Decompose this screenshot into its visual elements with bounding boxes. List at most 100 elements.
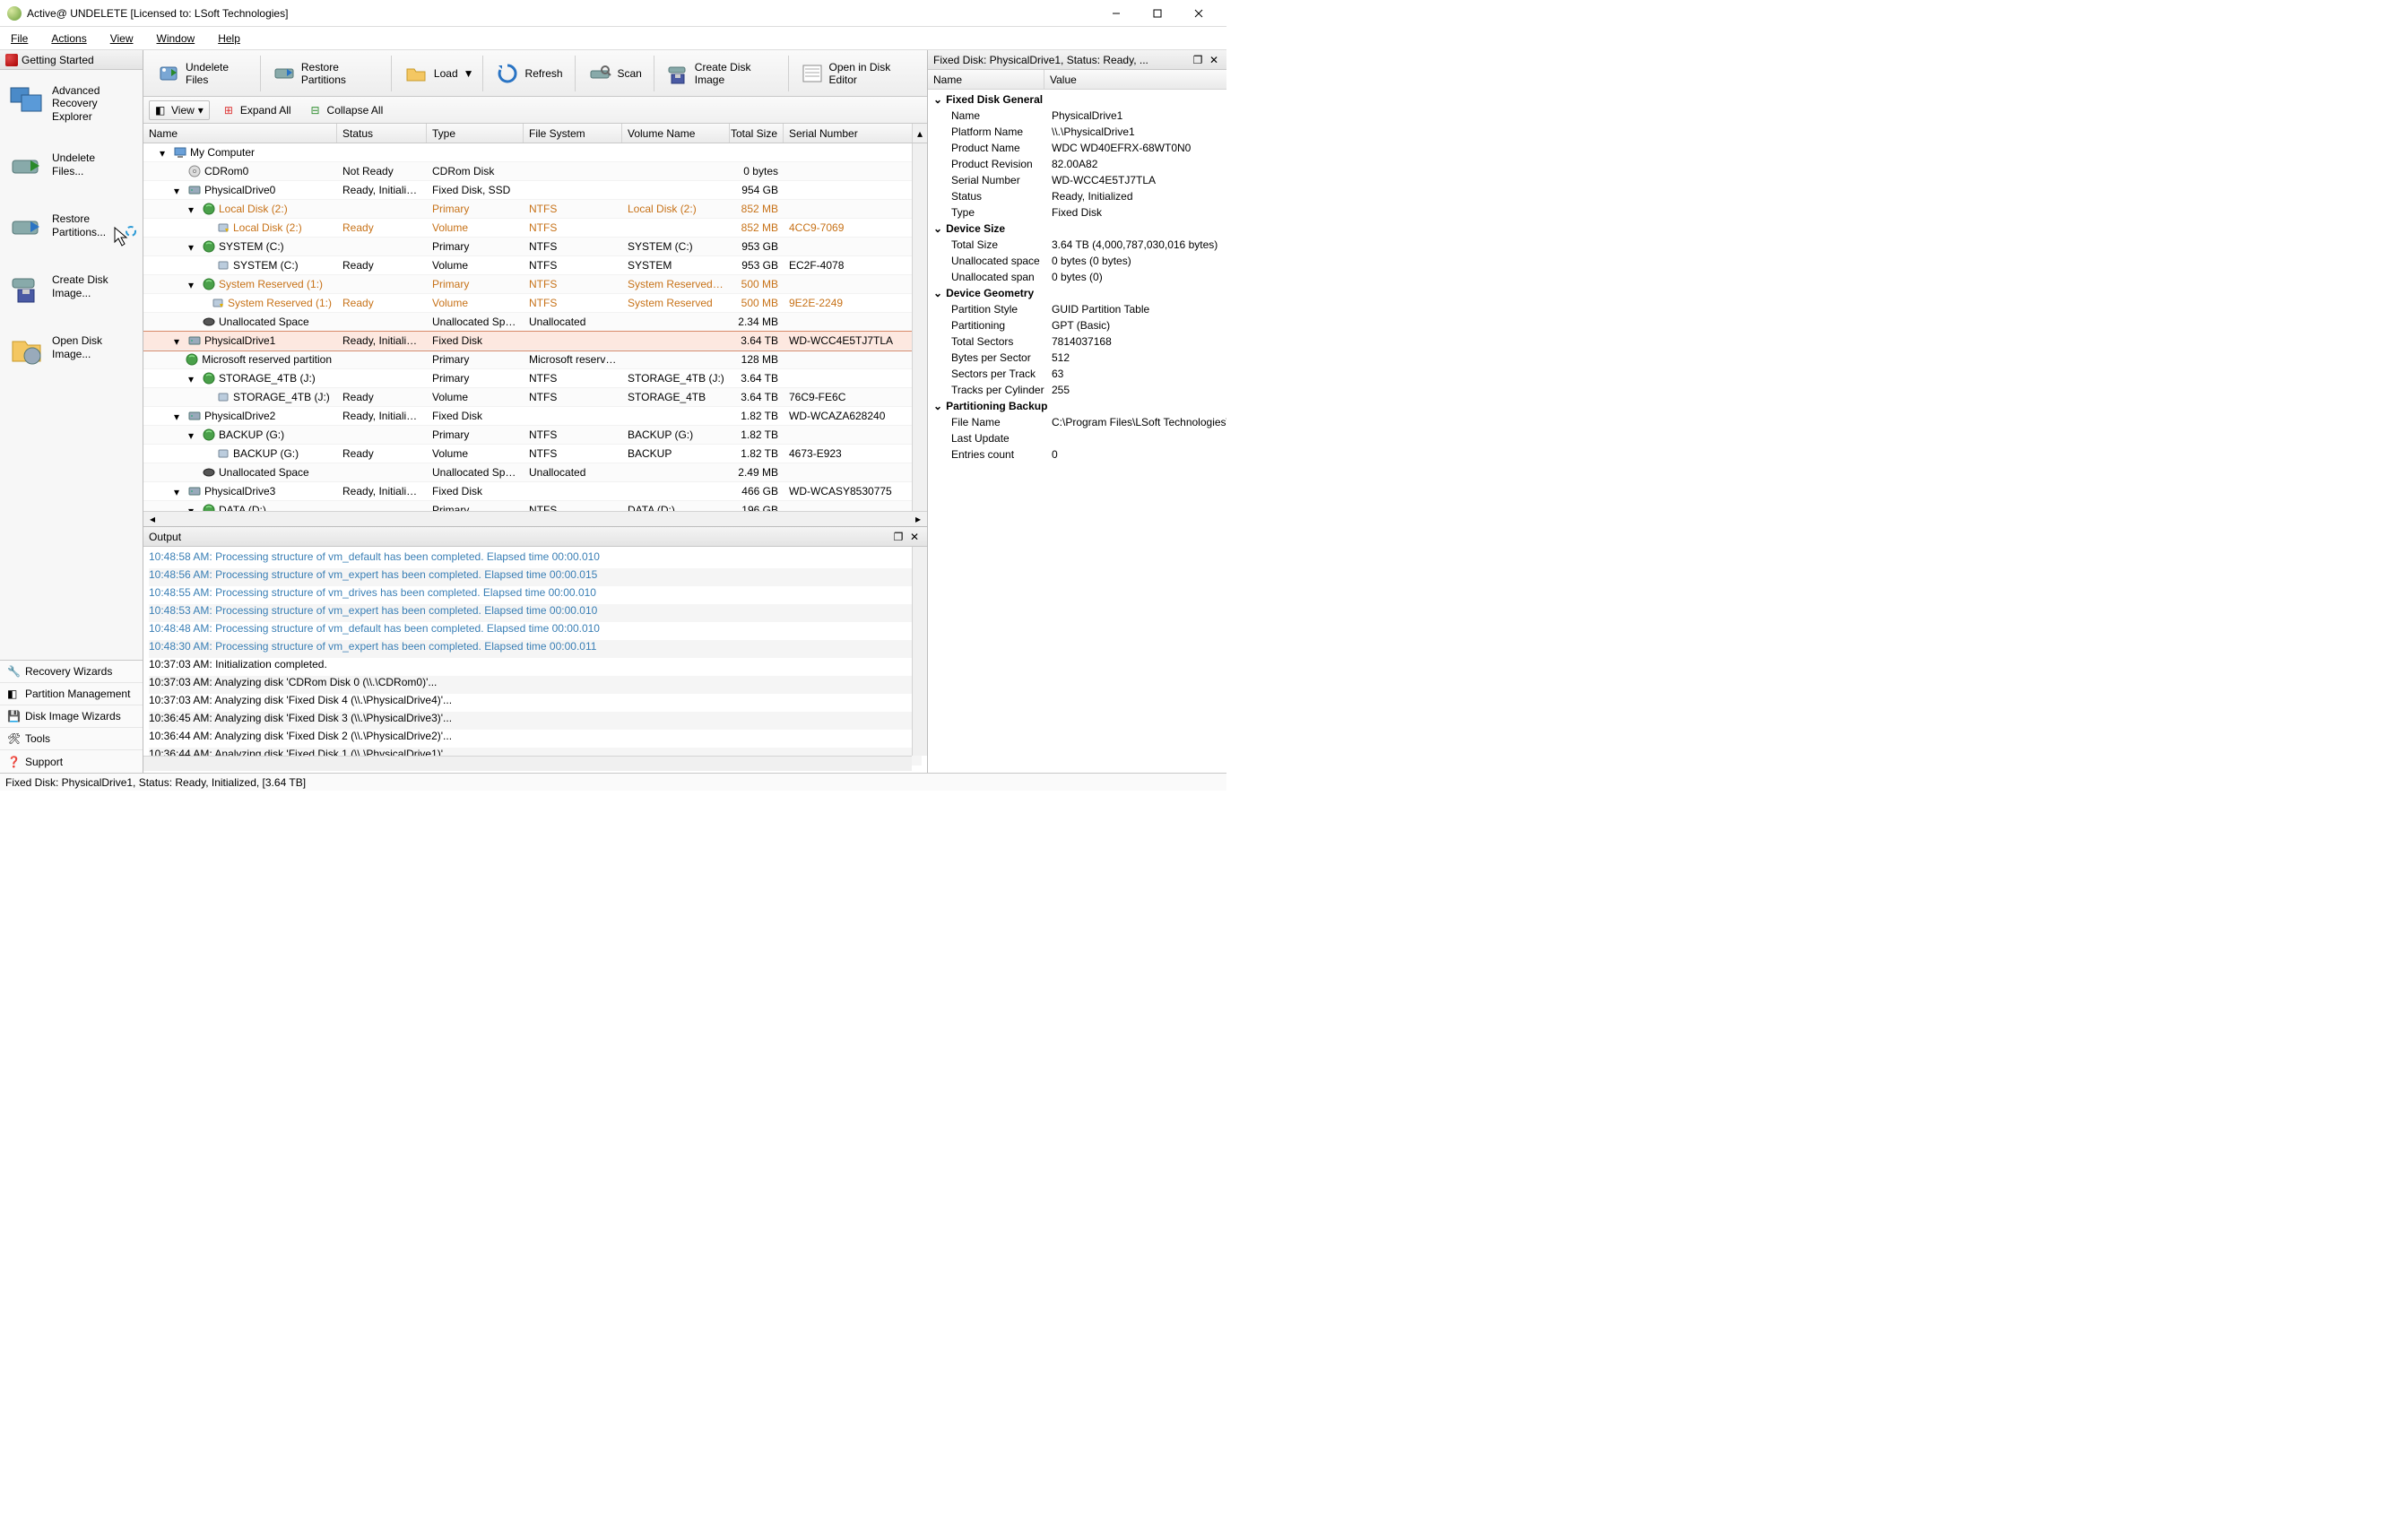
prop-group[interactable]: ⌄Fixed Disk General: [928, 91, 1226, 108]
tree-twisty-icon[interactable]: [174, 166, 185, 177]
tree-twisty-icon[interactable]: ▾: [174, 486, 185, 497]
tree-row[interactable]: Unallocated SpaceUnallocated SpaceUnallo…: [143, 313, 927, 332]
tree-row[interactable]: ▾BACKUP (G:)PrimaryNTFSBACKUP (G:)1.82 T…: [143, 426, 927, 445]
left-bottom-tools[interactable]: 🛠Tools: [0, 728, 143, 750]
tree-row[interactable]: ▾PhysicalDrive3Ready, InitializedFixed D…: [143, 482, 927, 501]
refresh-icon: [495, 61, 520, 86]
menu-window[interactable]: Window: [153, 30, 199, 47]
tree-twisty-icon[interactable]: ▾: [160, 147, 170, 158]
menu-actions[interactable]: Actions: [48, 30, 90, 47]
prop-col-name[interactable]: Name: [928, 70, 1044, 89]
properties-restore-icon[interactable]: ❐: [1191, 53, 1205, 67]
tree-row[interactable]: Local Disk (2:)ReadyVolumeNTFS852 MB4CC9…: [143, 219, 927, 238]
scroll-left-button[interactable]: ◂: [145, 513, 160, 525]
menu-view[interactable]: View: [107, 30, 137, 47]
left-bottom-disk-image-wizards[interactable]: 💾Disk Image Wizards: [0, 705, 143, 728]
output-horizontal-scrollbar[interactable]: [143, 756, 912, 771]
scan-button[interactable]: Scan: [577, 54, 652, 93]
tree-row[interactable]: ▾STORAGE_4TB (J:)PrimaryNTFSSTORAGE_4TB …: [143, 369, 927, 388]
tree-row[interactable]: ▾PhysicalDrive0Ready, InitializedFixed D…: [143, 181, 927, 200]
tree-row[interactable]: ▾DATA (D:)PrimaryNTFSDATA (D:)196 GB: [143, 501, 927, 511]
minimize-button[interactable]: [1096, 0, 1137, 27]
tree-twisty-icon[interactable]: [176, 354, 183, 365]
prop-group[interactable]: ⌄Device Size: [928, 221, 1226, 237]
prop-name: Partitioning: [951, 319, 1052, 332]
tree-twisty-icon[interactable]: ▾: [188, 429, 199, 440]
output-header[interactable]: Output ❐ ✕: [143, 527, 927, 547]
tree-twisty-icon[interactable]: [203, 392, 213, 402]
expand-all-button[interactable]: ⊞ Expand All: [219, 100, 297, 120]
prop-group[interactable]: ⌄Partitioning Backup: [928, 398, 1226, 414]
left-tile-1[interactable]: UndeleteFiles...: [4, 143, 139, 203]
scroll-up-button[interactable]: ▴: [912, 124, 927, 143]
left-bottom-partition-management[interactable]: ◧Partition Management: [0, 683, 143, 705]
tree-row[interactable]: ▾PhysicalDrive2Ready, InitializedFixed D…: [143, 407, 927, 426]
tree-horizontal-scrollbar[interactable]: ◂ ▸: [143, 511, 927, 526]
left-tile-3[interactable]: Create DiskImage...: [4, 264, 139, 325]
tree-twisty-icon[interactable]: ▾: [174, 411, 185, 421]
collapse-all-button[interactable]: ⊟ Collapse All: [306, 100, 389, 120]
undelete-files-button[interactable]: Undelete Files: [147, 54, 258, 93]
tree-twisty-icon[interactable]: ▾: [174, 185, 185, 195]
col-serial[interactable]: Serial Number: [784, 124, 912, 143]
left-tile-2[interactable]: RestorePartitions...: [4, 203, 139, 264]
tree-twisty-icon[interactable]: [188, 316, 199, 327]
col-total-size[interactable]: Total Size: [730, 124, 784, 143]
tree-row[interactable]: Unallocated SpaceUnallocated SpaceUnallo…: [143, 463, 927, 482]
create-disk-image-button[interactable]: Create Disk Image: [656, 54, 786, 93]
properties-header[interactable]: Fixed Disk: PhysicalDrive1, Status: Read…: [928, 50, 1226, 70]
left-tile-0[interactable]: AdvancedRecoveryExplorer: [4, 75, 139, 143]
tree-row[interactable]: ▾Local Disk (2:)PrimaryNTFSLocal Disk (2…: [143, 200, 927, 219]
tree-row[interactable]: STORAGE_4TB (J:)ReadyVolumeNTFSSTORAGE_4…: [143, 388, 927, 407]
output-restore-icon[interactable]: ❐: [891, 530, 906, 544]
left-bottom-recovery-wizards[interactable]: 🔧Recovery Wizards: [0, 661, 143, 683]
tree-twisty-icon[interactable]: [203, 260, 213, 271]
tree-twisty-icon[interactable]: ▾: [188, 373, 199, 384]
col-volume-name[interactable]: Volume Name: [622, 124, 730, 143]
output-vertical-scrollbar[interactable]: [912, 547, 927, 756]
output-close-icon[interactable]: ✕: [907, 530, 922, 544]
tree-row[interactable]: Microsoft reserved partitionPrimaryMicro…: [143, 350, 927, 369]
maximize-button[interactable]: [1137, 0, 1178, 27]
tree-twisty-icon[interactable]: ▾: [188, 505, 199, 511]
node-name: PhysicalDrive3: [204, 485, 275, 497]
tree-row[interactable]: ▾SYSTEM (C:)PrimaryNTFSSYSTEM (C:)953 GB: [143, 238, 927, 256]
col-status[interactable]: Status: [337, 124, 427, 143]
menu-help[interactable]: Help: [214, 30, 244, 47]
tree-twisty-icon[interactable]: [198, 298, 208, 308]
tree-row[interactable]: System Reserved (1:)ReadyVolumeNTFSSyste…: [143, 294, 927, 313]
left-panel-header[interactable]: Getting Started: [0, 50, 143, 70]
tree-row[interactable]: SYSTEM (C:)ReadyVolumeNTFSSYSTEM953 GBEC…: [143, 256, 927, 275]
col-type[interactable]: Type: [427, 124, 524, 143]
left-tile-4[interactable]: Open DiskImage...: [4, 325, 139, 386]
prop-group[interactable]: ⌄Device Geometry: [928, 285, 1226, 301]
tree-twisty-icon[interactable]: ▾: [188, 279, 199, 290]
tree-twisty-icon[interactable]: ▾: [174, 335, 185, 346]
close-button[interactable]: [1178, 0, 1219, 27]
tree-row[interactable]: ▾My Computer: [143, 143, 927, 162]
refresh-button[interactable]: Refresh: [485, 54, 573, 93]
properties-close-icon[interactable]: ✕: [1207, 53, 1221, 67]
tree-twisty-icon[interactable]: [203, 448, 213, 459]
tree-row[interactable]: ▾System Reserved (1:)PrimaryNTFSSystem R…: [143, 275, 927, 294]
tree-vertical-scrollbar[interactable]: [912, 143, 927, 511]
tree-twisty-icon[interactable]: ▾: [188, 241, 199, 252]
tree-row[interactable]: CDRom0Not ReadyCDRom Disk0 bytes: [143, 162, 927, 181]
prop-value: 0 bytes (0 bytes): [1052, 255, 1226, 267]
prop-col-value[interactable]: Value: [1044, 70, 1226, 89]
view-dropdown-button[interactable]: ◧ View ▾: [149, 100, 210, 120]
menu-file[interactable]: File: [7, 30, 31, 47]
restore-partitions-button[interactable]: Restore Partitions: [263, 54, 389, 93]
col-name[interactable]: Name: [143, 124, 337, 143]
left-bottom-support[interactable]: ❓Support: [0, 750, 143, 773]
tree-twisty-icon[interactable]: [188, 467, 199, 478]
open-disk-editor-button[interactable]: Open in Disk Editor: [791, 54, 924, 93]
scroll-right-button[interactable]: ▸: [911, 513, 925, 525]
load-button[interactable]: Load ▼: [394, 54, 481, 93]
tree-row[interactable]: ▾PhysicalDrive1Ready, InitializedFixed D…: [143, 332, 927, 350]
tree-twisty-icon[interactable]: ▾: [188, 203, 199, 214]
col-filesystem[interactable]: File System: [524, 124, 622, 143]
tree-row[interactable]: BACKUP (G:)ReadyVolumeNTFSBACKUP1.82 TB4…: [143, 445, 927, 463]
tree-twisty-icon[interactable]: [203, 222, 213, 233]
device-tree[interactable]: ▾My ComputerCDRom0Not ReadyCDRom Disk0 b…: [143, 143, 927, 511]
